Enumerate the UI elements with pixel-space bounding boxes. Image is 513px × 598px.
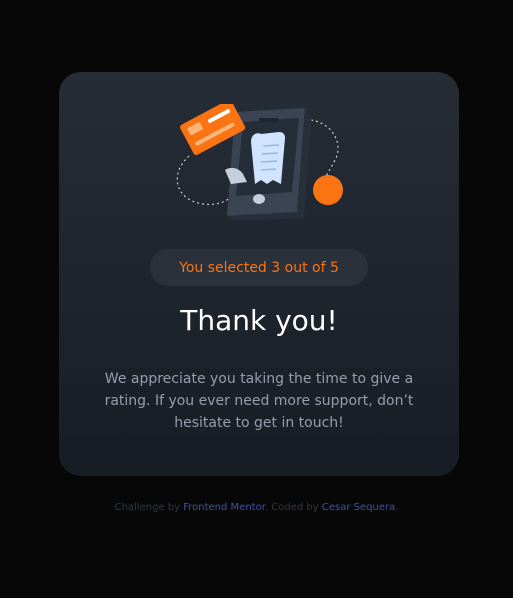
page-title: Thank you!	[180, 304, 338, 337]
rating-selected-badge: You selected 3 out of 5	[150, 249, 368, 286]
attribution-middle: . Coded by	[264, 502, 322, 513]
frontend-mentor-link[interactable]: Frontend Mentor	[183, 502, 265, 513]
attribution-suffix: .	[395, 502, 399, 513]
thank-you-card: You selected 3 out of 5 Thank you! We ap…	[59, 72, 459, 476]
author-link[interactable]: Cesar Sequera	[322, 502, 395, 513]
payment-phone-illustration-icon	[176, 104, 343, 220]
thank-you-message: We appreciate you taking the time to giv…	[104, 371, 414, 431]
attribution-prefix: Challenge by	[114, 502, 184, 513]
attribution: Challenge by Frontend Mentor. Coded by C…	[0, 502, 513, 513]
